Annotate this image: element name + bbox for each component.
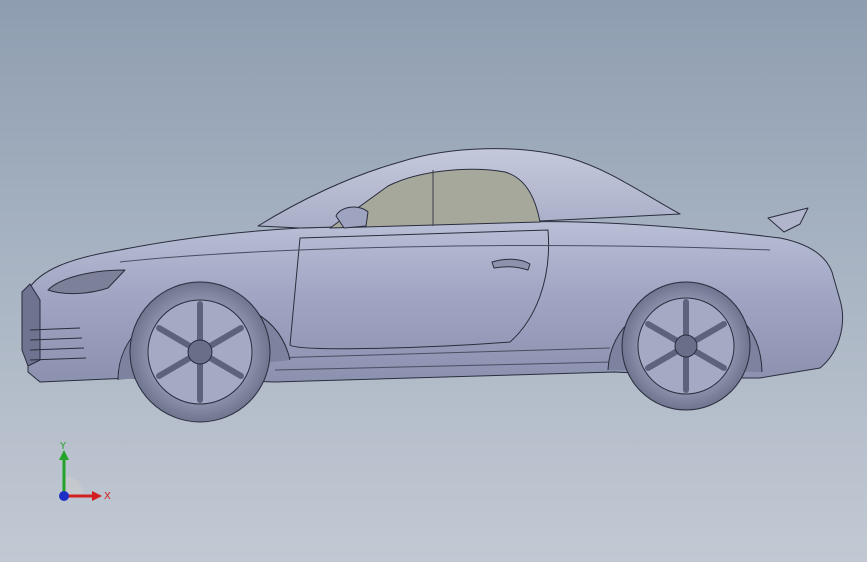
front-bumper (21, 283, 41, 367)
y-axis-label: Y (59, 441, 67, 452)
rear-spoiler (767, 207, 809, 233)
coordinate-triad: Y X (59, 441, 111, 502)
front-wheel[interactable] (129, 281, 271, 423)
z-axis-dot (59, 491, 69, 501)
rear-wheel[interactable] (621, 281, 751, 411)
graphics-viewport[interactable] (0, 0, 867, 562)
x-axis-label: X (104, 491, 111, 502)
x-axis-head (92, 491, 102, 501)
